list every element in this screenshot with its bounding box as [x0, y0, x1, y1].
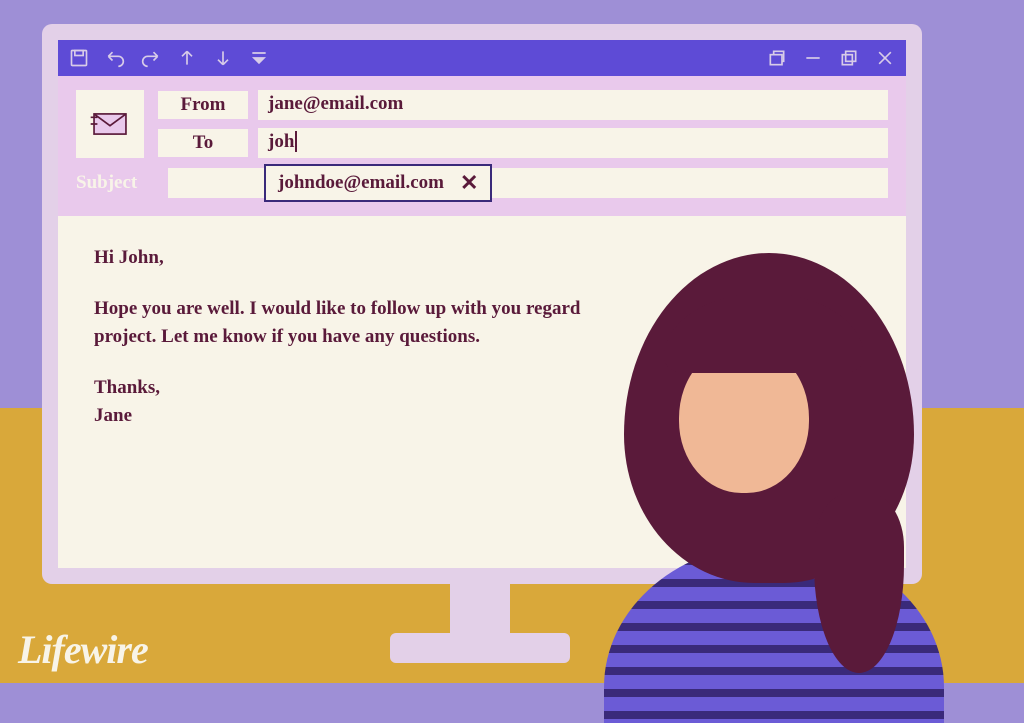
arrow-down-icon[interactable]	[212, 47, 234, 69]
redo-icon[interactable]	[140, 47, 162, 69]
subject-label: Subject	[76, 172, 158, 194]
restore-window-icon[interactable]	[766, 47, 788, 69]
watermark-logo: Lifewire	[18, 626, 148, 673]
monitor-neck	[450, 583, 510, 643]
save-icon[interactable]	[68, 47, 90, 69]
to-field-row: To joh	[158, 128, 888, 158]
from-label: From	[158, 91, 248, 119]
dropdown-toggle-icon[interactable]	[248, 47, 270, 69]
autocomplete-text: johndoe@email.com	[278, 172, 444, 194]
toolbar-right-group	[766, 47, 896, 69]
from-field-row: From jane@email.com	[158, 90, 888, 120]
to-input[interactable]: joh	[258, 128, 888, 158]
window-toolbar	[58, 40, 906, 76]
autocomplete-suggestion[interactable]: johndoe@email.com ✕	[264, 164, 492, 202]
maximize-icon[interactable]	[838, 47, 860, 69]
email-header-section: From jane@email.com To joh Subject johnd…	[58, 76, 906, 216]
arrow-up-icon[interactable]	[176, 47, 198, 69]
to-partial-text: joh	[268, 131, 297, 152]
to-label: To	[158, 129, 248, 157]
close-icon[interactable]	[874, 47, 896, 69]
undo-icon[interactable]	[104, 47, 126, 69]
toolbar-left-group	[68, 47, 270, 69]
from-input[interactable]: jane@email.com	[258, 90, 888, 120]
minimize-icon[interactable]	[802, 47, 824, 69]
envelope-icon	[76, 90, 144, 158]
autocomplete-remove-icon[interactable]: ✕	[460, 170, 478, 196]
person-illustration	[564, 253, 984, 693]
